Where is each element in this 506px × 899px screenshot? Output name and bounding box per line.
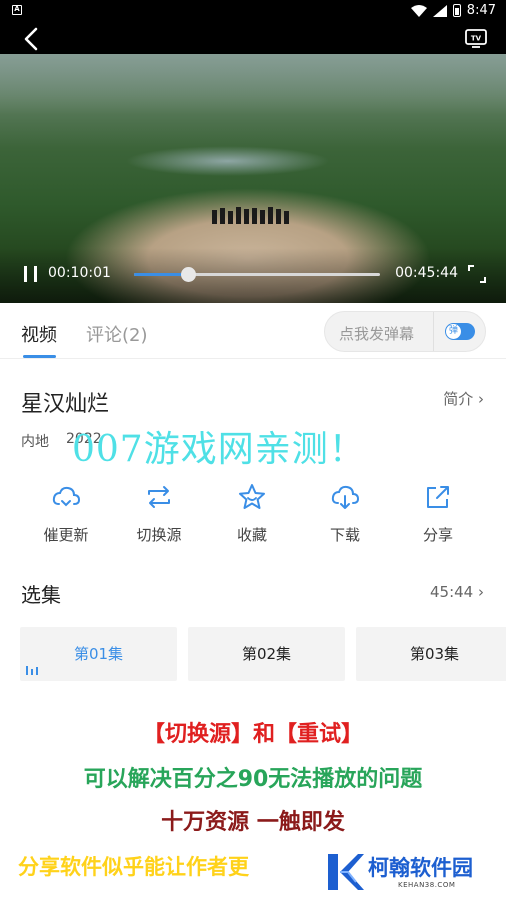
share-label: 分享 — [422, 526, 453, 544]
urge-update-label: 催更新 — [43, 526, 89, 544]
share-button[interactable]: 分享 — [393, 482, 483, 545]
video-frame-riders — [212, 207, 289, 224]
show-title: 星汉灿烂 — [21, 392, 110, 417]
share-icon — [427, 486, 449, 508]
back-icon[interactable] — [18, 26, 44, 52]
current-time: 00:10:01 — [48, 265, 111, 281]
status-bar: A 8:47 — [0, 0, 506, 22]
favorite-label: 收藏 — [236, 526, 267, 544]
switch-source-icon — [148, 486, 170, 508]
action-row: 催更新 切换源 收藏 下载 分享 — [0, 482, 506, 552]
episodes-duration-link[interactable]: 45:44 › — [430, 583, 484, 601]
pause-icon[interactable] — [22, 264, 40, 284]
logo-mark-icon — [328, 854, 364, 890]
site-logo: 柯翰软件园 KEHAN38.COM — [326, 850, 496, 895]
danmu-bar: 点我发弹幕 弹 — [324, 311, 486, 352]
tab-comments[interactable]: 评论(2) — [86, 321, 148, 347]
intro-link[interactable]: 简介 › — [443, 388, 484, 409]
watermark-overlay: 007游戏网亲测！ — [72, 429, 366, 470]
tab-video-label: 视频 — [21, 325, 57, 346]
episode-label: 第01集 — [73, 645, 124, 663]
episode-item-2[interactable]: 第02集 — [188, 627, 345, 681]
download-button[interactable]: 下载 — [300, 482, 390, 545]
promo-line-2: 可以解决百分之90无法播放的问题 — [83, 767, 423, 792]
episodes-heading: 选集 — [21, 583, 61, 607]
danmu-toggle[interactable]: 弹 — [445, 323, 475, 340]
download-label: 下载 — [329, 526, 360, 544]
switch-source-label: 切换源 — [136, 526, 182, 544]
signal-icon — [432, 4, 447, 17]
tab-active-indicator — [23, 355, 56, 358]
danmu-toggle-knob: 弹 — [446, 324, 461, 339]
battery-icon — [452, 4, 461, 17]
episode-item-3[interactable]: 第03集 — [356, 627, 506, 681]
wifi-icon — [410, 4, 427, 17]
tv-cast-icon[interactable]: TV — [464, 27, 488, 49]
episode-item-1[interactable]: 第01集 — [20, 627, 177, 681]
cloud-download-icon — [331, 485, 360, 509]
total-time: 00:45:44 — [395, 265, 458, 281]
seek-bar[interactable] — [134, 267, 380, 282]
svg-text:TV: TV — [471, 35, 482, 43]
seek-bar-progress — [134, 273, 189, 276]
danmu-input[interactable]: 点我发弹幕 — [339, 323, 414, 344]
promo-line-1: 【切换源】和【重试】 — [142, 722, 363, 747]
favorite-button[interactable]: 收藏 — [207, 482, 297, 545]
promo-line-3: 十万资源 一触即发 — [161, 810, 345, 835]
content-tabs: 视频 评论(2) 点我发弹幕 弹 — [0, 303, 506, 359]
cloud-refresh-icon — [52, 486, 81, 507]
logo-url: KEHAN38.COM — [398, 881, 456, 889]
video-player[interactable]: 00:10:01 00:45:44 — [0, 54, 506, 303]
tab-comments-label: 评论(2) — [86, 325, 148, 346]
player-top-bar: TV — [0, 22, 506, 54]
danmu-divider — [433, 312, 434, 351]
logo-name: 柯翰软件园 — [368, 856, 473, 880]
status-time: 8:47 — [466, 3, 496, 18]
tab-video[interactable]: 视频 — [21, 321, 57, 358]
playing-bars-icon — [26, 666, 38, 675]
episode-list: 第01集 第02集 第03集 — [20, 627, 506, 681]
episode-label: 第02集 — [241, 645, 292, 663]
promo-line-4: 分享软件似乎能让作者更 — [18, 855, 249, 879]
fullscreen-icon[interactable] — [468, 265, 486, 283]
status-icons: 8:47 — [410, 3, 496, 18]
show-region: 内地 — [21, 434, 49, 450]
urge-update-button[interactable]: 催更新 — [21, 482, 111, 545]
episode-label: 第03集 — [409, 645, 460, 663]
video-haze — [0, 54, 506, 114]
switch-source-button[interactable]: 切换源 — [114, 482, 204, 545]
star-icon — [239, 484, 265, 509]
notification-icon: A — [12, 5, 22, 15]
